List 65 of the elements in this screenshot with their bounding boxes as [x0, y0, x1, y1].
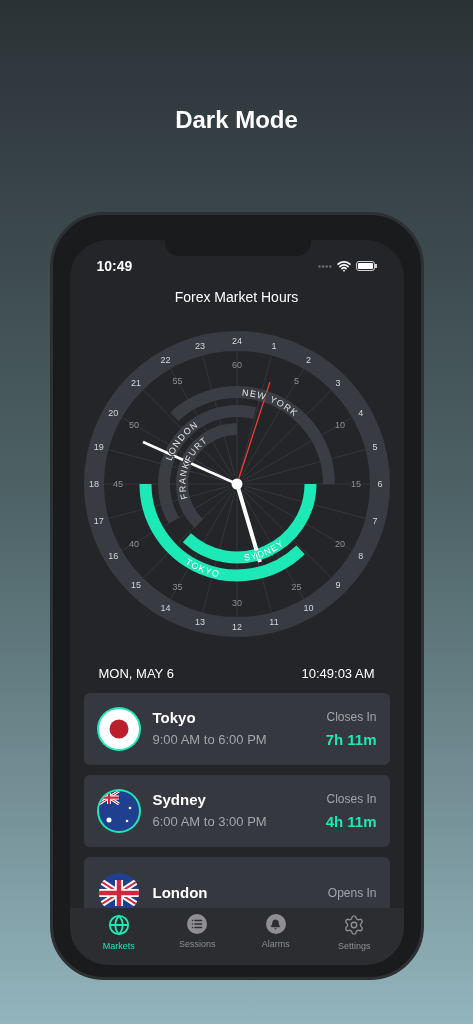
market-card[interactable]: London Opens In: [83, 856, 390, 908]
hour-label: 12: [231, 622, 242, 632]
tab[interactable]: Alarms: [240, 914, 311, 965]
countdown: 4h 11m: [325, 811, 377, 832]
hour-label: 11: [268, 617, 279, 628]
tab[interactable]: Sessions: [162, 914, 233, 965]
hour-label: 6: [377, 479, 382, 489]
minute-label: 5: [293, 375, 299, 386]
minute-label: 45: [112, 479, 123, 489]
status-time: 10:49: [96, 256, 133, 276]
minute-label: 30: [231, 598, 242, 608]
tab[interactable]: Settings: [319, 914, 390, 965]
market-hours: 9:00 AM to 6:00 PM: [152, 731, 268, 749]
hour-label: 9: [335, 580, 341, 591]
market-hours: 6:00 AM to 3:00 PM: [152, 813, 268, 831]
minute-label: 60: [231, 360, 242, 370]
hour-label: 7: [372, 516, 378, 526]
bell-icon: [265, 914, 286, 934]
market-name: Tokyo: [152, 708, 197, 728]
market-name: Sydney: [152, 790, 207, 810]
hour-label: 17: [93, 516, 104, 526]
market-card[interactable]: Tokyo 9:00 AM to 6:00 PM Closes In 7h 11m: [83, 692, 390, 765]
signal-icon: [318, 264, 332, 268]
minute-label: 40: [128, 538, 139, 549]
minute-label: 55: [172, 375, 182, 386]
battery-icon: [356, 261, 377, 271]
hour-label: 4: [357, 407, 363, 418]
wifi-icon: [337, 259, 351, 273]
hour-label: 19: [93, 442, 104, 452]
hour-label: 10: [303, 602, 313, 613]
minute-label: 25: [291, 582, 301, 593]
status-label: Closes In: [326, 708, 377, 726]
hour-label: 24: [231, 336, 242, 346]
hour-label: 8: [357, 550, 363, 561]
hour-label: 13: [194, 617, 205, 628]
minute-label: 15: [350, 479, 361, 489]
hour-label: 14: [160, 602, 170, 613]
hour-label: 16: [107, 550, 118, 561]
hour-label: 18: [88, 479, 99, 489]
minute-label: 50: [128, 419, 139, 430]
hour-label: 1: [271, 340, 276, 351]
status-label: Opens In: [327, 884, 377, 902]
hour-label: 21: [130, 377, 141, 388]
hour-label: 23: [194, 340, 205, 351]
tab[interactable]: Markets: [83, 914, 154, 965]
minute-label: 10: [334, 419, 345, 430]
settings-icon: [343, 914, 366, 936]
app-title: Forex Market Hours: [173, 288, 300, 306]
headline: Dark Mode: [175, 105, 298, 135]
status-label: Closes In: [326, 790, 377, 808]
market-card[interactable]: Sydney 6:00 AM to 3:00 PM Closes In 4h 11m: [83, 774, 390, 847]
countdown: 7h 11m: [325, 729, 377, 750]
hour-label: 15: [130, 580, 141, 591]
clock-label: 10:49:03 AM: [301, 665, 375, 683]
hour-label: 20: [107, 407, 118, 418]
minute-label: 35: [172, 582, 182, 593]
market-name: London: [152, 882, 209, 903]
hour-label: 22: [160, 355, 170, 366]
globe-icon: [107, 914, 130, 936]
hour-label: 5: [372, 442, 378, 452]
hour-label: 2: [305, 355, 311, 366]
list-icon: [187, 914, 208, 934]
minute-label: 20: [334, 538, 345, 549]
hour-label: 3: [335, 377, 341, 388]
date-label: MON, MAY 6: [98, 665, 174, 683]
